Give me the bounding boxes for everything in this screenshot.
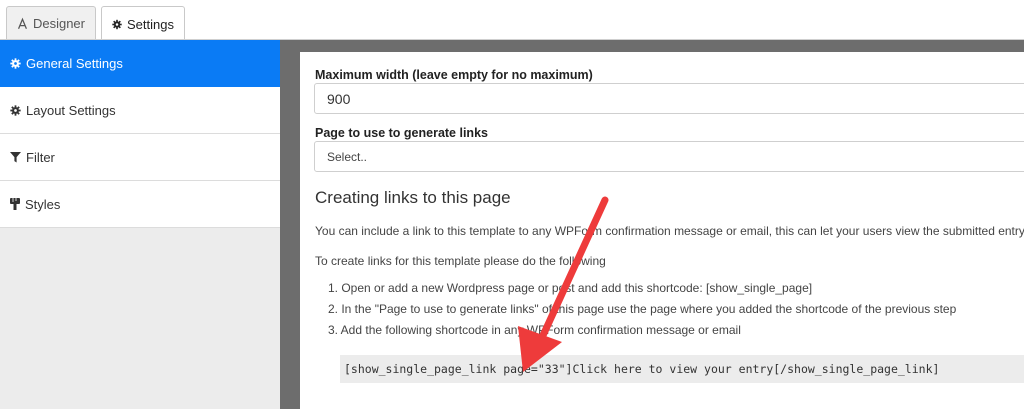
gear-icon (112, 19, 122, 29)
page-select-value: Select.. (327, 149, 368, 164)
page-select-dropdown[interactable]: Select.. (314, 141, 1024, 172)
page-select-label: Page to use to generate links (315, 126, 488, 140)
shortcode-box[interactable]: [show_single_page_link page="33"]Click h… (340, 355, 1024, 383)
designer-icon (17, 17, 27, 29)
sidebar-item-layout-settings[interactable]: Layout Settings (0, 87, 280, 134)
max-width-input[interactable]: 900 (314, 83, 1024, 114)
sidebar-item-filter[interactable]: Filter (0, 134, 280, 181)
tab-designer-label: Designer (32, 16, 85, 31)
tab-designer[interactable]: Designer (6, 6, 96, 40)
shortcode-text: [show_single_page_link page="33"]Click h… (344, 362, 940, 376)
top-tab-bar: Designer Settings (0, 0, 1024, 41)
general-settings-panel: Maximum width (leave empty for no maximu… (300, 52, 1024, 409)
instructions-text: To create links for this template please… (315, 254, 606, 268)
sidebar-item-label: General Settings (26, 55, 123, 71)
max-width-value: 900 (327, 90, 351, 107)
paint-brush-icon (10, 198, 20, 210)
sidebar-item-label: Layout Settings (26, 102, 116, 118)
tab-settings-label: Settings (127, 16, 174, 32)
creating-links-heading: Creating links to this page (315, 188, 511, 207)
gear-icon (10, 57, 21, 69)
filter-icon (10, 151, 21, 163)
settings-sidebar: General Settings Layout Settings Filter … (0, 40, 280, 409)
list-item: 3. Add the following shortcode in any WP… (328, 323, 741, 337)
gear-icon (10, 104, 21, 116)
list-item: 2. In the "Page to use to generate links… (328, 302, 957, 316)
sidebar-item-styles[interactable]: Styles (0, 181, 280, 228)
max-width-label: Maximum width (leave empty for no maximu… (315, 68, 593, 82)
sidebar-item-label: Filter (26, 149, 55, 165)
sidebar-item-general-settings[interactable]: General Settings (0, 40, 280, 87)
instruction-steps: 1. Open or add a new Wordpress page or p… (328, 281, 956, 344)
tab-settings[interactable]: Settings (101, 6, 185, 41)
intro-text: You can include a link to this template … (315, 224, 1024, 238)
sidebar-item-label: Styles (25, 196, 61, 212)
list-item: 1. Open or add a new Wordpress page or p… (328, 281, 813, 295)
